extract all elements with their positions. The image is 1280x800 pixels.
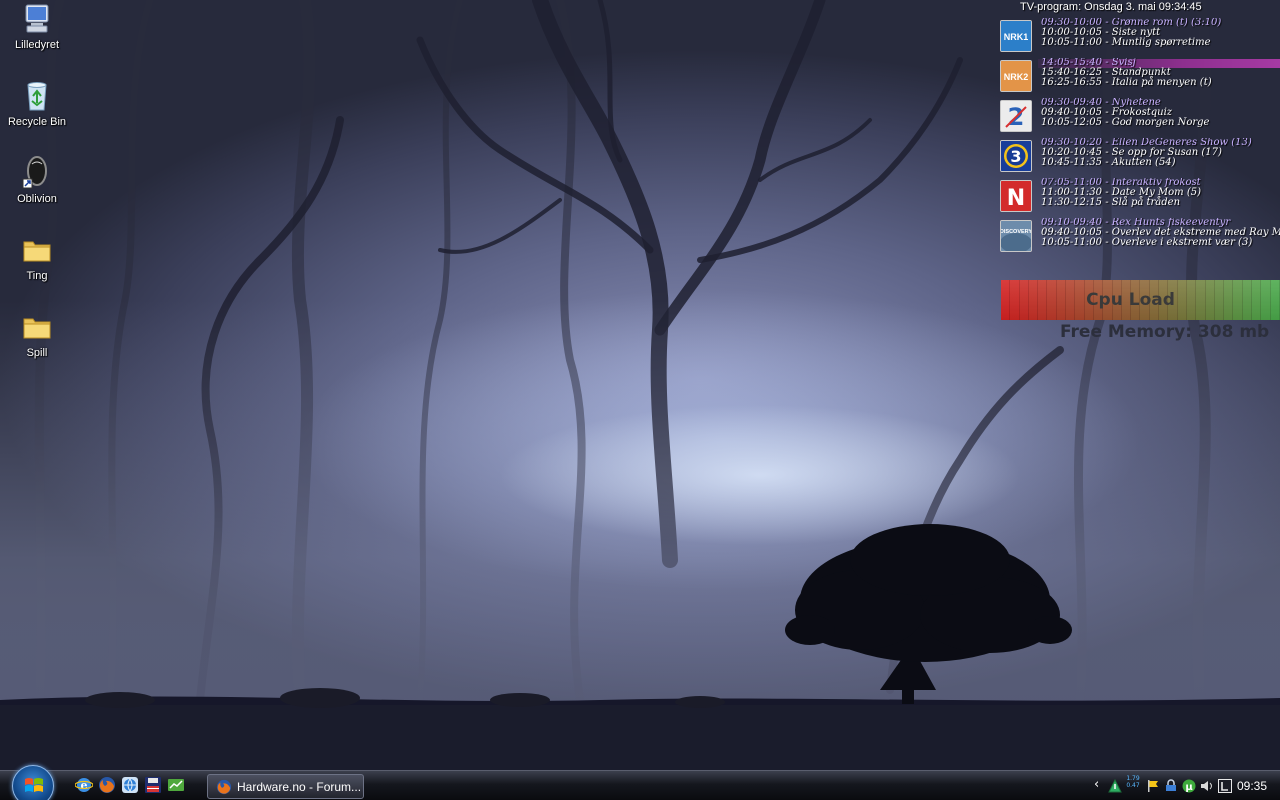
- internet-explorer-icon: e: [74, 778, 94, 792]
- desktop-icon-ting[interactable]: Ting: [0, 233, 74, 283]
- tv-channel-tv2[interactable]: 2 09:30-09:40 - Nyhetene 09:40-10:05 - F…: [1000, 98, 1280, 134]
- taskbar: e Hardware.no - Forum... ‹ 1.79 0.47 µ 0…: [0, 765, 1280, 800]
- tv-channel-tvnorge[interactable]: N 07:05-11:00 - Interaktiv frokost 11:00…: [1000, 178, 1280, 214]
- svg-text:NRK1: NRK1: [1004, 32, 1029, 42]
- firefox-icon: [216, 779, 232, 794]
- logitech-icon[interactable]: [1218, 778, 1232, 793]
- tv-program-line: 16:25-16:55 - Italia på menyen (t): [1041, 77, 1212, 88]
- free-memory-label: Free Memory: 308 mb: [1060, 322, 1270, 342]
- tv-channel-nrk1[interactable]: NRK1 09:30-10:00 - Grønne rom (t) (3:10)…: [1000, 18, 1280, 54]
- quick-launch-browser[interactable]: [121, 776, 139, 794]
- tv-program-line: 10:05-11:00 - Muntlig spørretime: [1041, 37, 1211, 48]
- tv-program-line: 10:45-11:35 - Akutten (54): [1041, 157, 1176, 168]
- network-speed-meter: 1.79 0.47: [1125, 775, 1141, 797]
- windows-flag-icon: [25, 778, 43, 792]
- quick-launch-internet-explorer[interactable]: e: [74, 776, 94, 794]
- svg-text:µ: µ: [1185, 782, 1193, 793]
- chevron-left-icon[interactable]: ‹: [1094, 777, 1099, 792]
- nrk2-logo-icon: NRK2: [1000, 60, 1032, 92]
- tv-channel-tv3[interactable]: 3 09:30-10:20 - Ellen DeGeneres Show (13…: [1000, 138, 1280, 174]
- tv-channel-nrk2[interactable]: NRK2 14:05-15:40 - Svisj 15:40-16:25 - S…: [1000, 58, 1280, 94]
- volume-icon[interactable]: [1200, 778, 1214, 792]
- svg-text:NRK2: NRK2: [1004, 72, 1029, 82]
- folder-icon: [20, 310, 54, 344]
- tv-program-header: TV-program: Onsdag 3. mai 09:34:45: [1020, 1, 1202, 13]
- globe-icon: [122, 777, 138, 793]
- oblivion-shortcut-icon: [20, 156, 54, 190]
- tv-program-line: 10:05-12:05 - God morgen Norge: [1041, 117, 1210, 128]
- firefox-icon: [99, 777, 115, 793]
- quick-launch-app[interactable]: [167, 776, 185, 794]
- desktop-icon-label: Lilledyret: [14, 39, 60, 51]
- cpu-load-label: Cpu Load: [1086, 290, 1175, 310]
- folder-icon: [20, 233, 54, 267]
- desktop-icon-spill[interactable]: Spill: [0, 310, 74, 360]
- svg-text:DISCOVERY: DISCOVERY: [1001, 229, 1031, 235]
- nrk1-logo-icon: NRK1: [1000, 20, 1032, 52]
- network-icon[interactable]: [1108, 778, 1122, 793]
- desktop-icon-label: Recycle Bin: [7, 116, 67, 128]
- discovery-logo-icon: DISCOVERY: [1000, 220, 1032, 252]
- system-tray: ‹ 1.79 0.47 µ 09:35: [1088, 771, 1280, 800]
- flag-icon[interactable]: [1146, 778, 1160, 792]
- desktop-icon-lilledyret[interactable]: Lilledyret: [0, 2, 74, 52]
- desktop-icon-recycle-bin[interactable]: Recycle Bin: [0, 79, 74, 129]
- taskbar-button-title: Hardware.no - Forum...: [237, 779, 362, 794]
- desktop-icon-label: Ting: [26, 270, 48, 282]
- shield-icon[interactable]: [1164, 778, 1178, 792]
- utorrent-icon[interactable]: µ: [1182, 778, 1196, 793]
- floppy-disk-icon: [145, 777, 161, 793]
- desktop-icon-oblivion[interactable]: Oblivion: [0, 156, 74, 206]
- start-button[interactable]: [12, 765, 54, 800]
- my-computer-icon: [20, 2, 54, 36]
- cpu-load-segment: [1270, 280, 1280, 320]
- tv3-logo-icon: 3: [1000, 140, 1032, 172]
- network-download-value: 0.47: [1126, 782, 1140, 789]
- chart-icon: [168, 779, 184, 791]
- tv-channel-discovery[interactable]: DISCOVERY 09:10-09:40 - Rex Hunts fiskee…: [1000, 218, 1280, 254]
- tvnorge-logo-icon: N: [1000, 180, 1032, 212]
- taskbar-clock[interactable]: 09:35: [1237, 779, 1267, 793]
- taskbar-button-firefox[interactable]: Hardware.no - Forum...: [207, 774, 364, 799]
- tv-program-line: 11:30-12:15 - Slå på tråden: [1041, 197, 1181, 208]
- tv-program-line: 10:05-11:00 - Overleve i ekstremt vær (3…: [1041, 237, 1253, 248]
- tv2-logo-icon: 2: [1000, 100, 1032, 132]
- svg-text:N: N: [1007, 186, 1025, 211]
- desktop-icon-label: Spill: [26, 347, 48, 359]
- quick-launch-firefox[interactable]: [98, 776, 116, 794]
- quick-launch-save[interactable]: [144, 776, 162, 794]
- desktop-icon-label: Oblivion: [17, 193, 57, 205]
- cpu-load-segment: [1261, 280, 1271, 320]
- svg-text:3: 3: [1010, 147, 1021, 166]
- recycle-bin-icon: [20, 79, 54, 113]
- network-upload-value: 1.79: [1126, 775, 1140, 782]
